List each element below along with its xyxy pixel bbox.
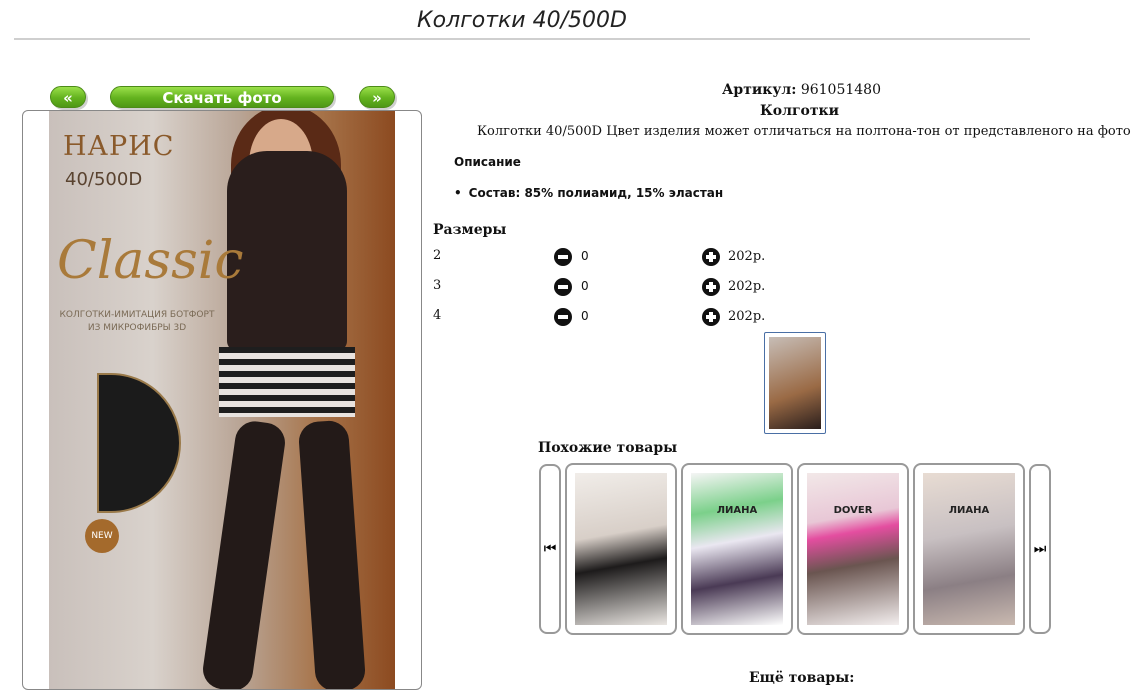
product-description: Колготки 40/500D Цвет изделия может отли… [477,124,1131,139]
plus-circle-icon[interactable] [702,248,720,266]
quantity-value: 0 [581,249,589,263]
price-value: 202р. [728,309,766,324]
model-jacket [227,151,347,351]
package-brand: НАРИС [63,131,175,162]
plus-circle-icon[interactable] [702,278,720,296]
size-row: 4 0 202р. [433,308,833,328]
similar-item-brand: ЛИАНА [948,505,990,516]
similar-item-brand: ЛИАНА [716,505,758,516]
similar-item[interactable] [565,463,677,635]
price-value: 202р. [728,279,766,294]
similar-item-image: DOVER [807,473,899,625]
similar-item-brand: DOVER [833,505,873,516]
model-skirt [219,347,355,417]
similar-item[interactable]: DOVER [797,463,909,635]
package-density: 40/500D [65,169,143,190]
package-window [97,373,181,513]
size-row: 3 0 202р. [433,278,833,298]
minus-circle-icon[interactable] [554,278,572,296]
description-heading: Описание [454,155,521,169]
product-type: Колготки [760,103,840,119]
size-value: 2 [433,248,442,263]
page-title: Колготки 40/500D [14,8,1030,40]
similar-item-image [575,473,667,625]
article-label: Артикул: [722,82,797,98]
minus-circle-icon[interactable] [554,248,572,266]
article-line: Артикул: 961051480 [722,82,881,98]
quantity-value: 0 [581,279,589,293]
package-line: Classic [57,231,244,291]
price-value: 202р. [728,249,766,264]
prev-photo-button[interactable]: « [50,86,86,108]
next-photo-button[interactable]: » [359,86,395,108]
minus-circle-icon[interactable] [554,308,572,326]
skip-first-icon[interactable]: ⏮ [539,464,561,634]
sizes-heading: Размеры [433,222,507,238]
package-description: КОЛГОТКИ-ИМИТАЦИЯ БОТФОРТ ИЗ МИКРОФИБРЫ … [59,310,215,333]
model-leg-right [297,419,367,689]
quantity-value: 0 [581,309,589,323]
size-value: 4 [433,308,442,323]
thumbnail-image [769,337,821,429]
size-row: 2 0 202р. [433,248,833,268]
plus-circle-icon[interactable] [702,308,720,326]
model-leg-left [200,418,288,689]
product-photo-frame: НАРИС 40/500D Classic КОЛГОТКИ-ИМИТАЦИЯ … [22,110,422,690]
product-photo[interactable]: НАРИС 40/500D Classic КОЛГОТКИ-ИМИТАЦИЯ … [49,111,395,689]
composition-item: Состав: 85% полиамид, 15% эластан [454,186,724,200]
similar-item[interactable]: ЛИАНА [913,463,1025,635]
skip-last-icon[interactable]: ⏭ [1029,464,1051,634]
size-value: 3 [433,278,442,293]
download-photo-button[interactable]: Скачать фото [110,86,334,108]
new-badge: NEW [85,519,119,553]
similar-item-image: ЛИАНА [923,473,1015,625]
similar-heading: Похожие товары [538,440,678,456]
article-value: 961051480 [800,82,881,98]
similar-item[interactable]: ЛИАНА [681,463,793,635]
similar-item-image: ЛИАНА [691,473,783,625]
more-heading: Ещё товары: [749,670,855,686]
photo-thumbnail[interactable] [764,332,826,434]
